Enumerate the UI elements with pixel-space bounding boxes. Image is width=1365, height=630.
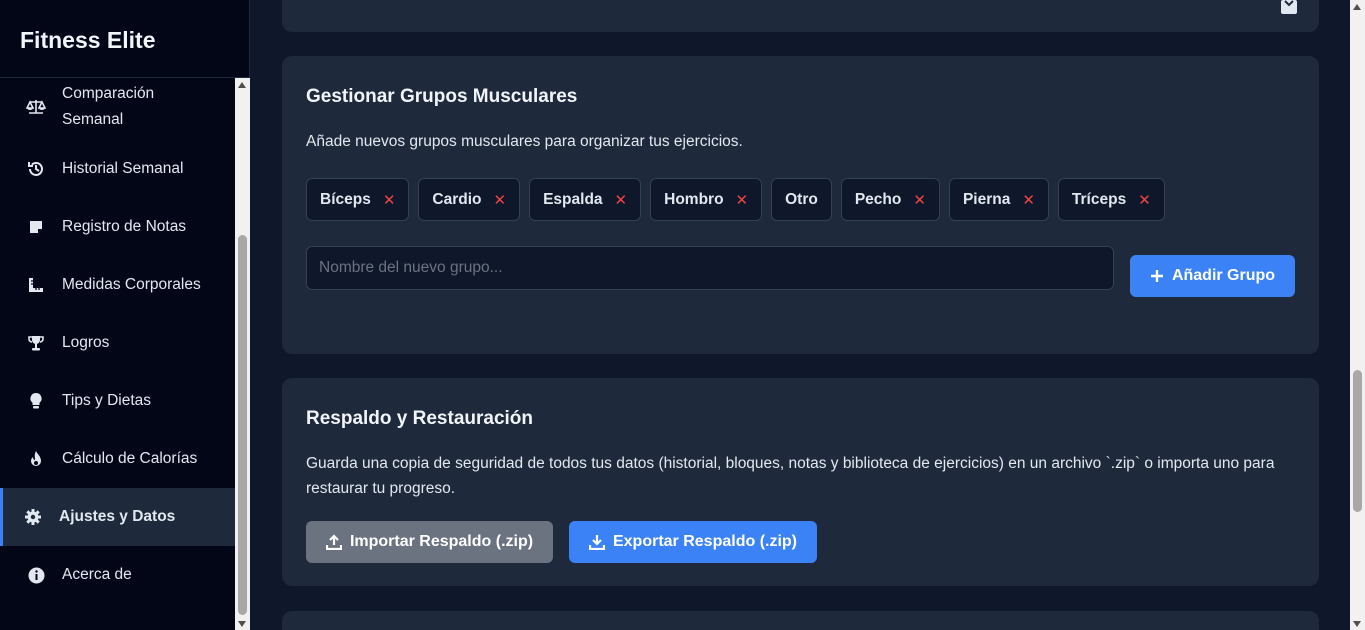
muscle-group-tag: Otro xyxy=(771,178,832,221)
page-scrollbar[interactable] xyxy=(1350,0,1365,630)
download-icon xyxy=(588,534,605,550)
sticky-note-icon xyxy=(25,219,47,235)
sidebar-scrollbar-thumb[interactable] xyxy=(238,235,247,615)
muscle-group-tag: Pierna ✕ xyxy=(948,178,1049,221)
remove-tag-icon[interactable]: ✕ xyxy=(1138,191,1151,209)
sidebar: Fitness Elite Comparación Semanal Histor… xyxy=(0,0,250,630)
muscle-group-tag: Pecho ✕ xyxy=(840,178,940,221)
upload-icon xyxy=(325,534,342,550)
muscle-group-tags: Bíceps ✕ Cardio ✕ Espalda ✕ Hombro ✕ Otr… xyxy=(306,178,1165,221)
muscle-group-tag: Hombro ✕ xyxy=(650,178,763,221)
backup-card: Respaldo y Restauración Guarda una copia… xyxy=(282,378,1319,586)
ruler-icon xyxy=(25,276,47,294)
page-scrollbar-thumb[interactable] xyxy=(1353,370,1362,512)
muscle-group-tag: Espalda ✕ xyxy=(529,178,642,221)
sidebar-scrollbar[interactable] xyxy=(235,78,250,630)
muscle-group-tag: Cardio ✕ xyxy=(418,178,521,221)
sidebar-item-logros[interactable]: Logros xyxy=(0,314,235,372)
lightbulb-icon xyxy=(25,392,47,410)
gear-icon xyxy=(22,508,44,526)
import-backup-button[interactable]: Importar Respaldo (.zip) xyxy=(306,521,553,563)
sidebar-item-ajustes-y-datos[interactable]: Ajustes y Datos xyxy=(0,488,235,546)
backup-title: Respaldo y Restauración xyxy=(306,408,534,429)
sidebar-item-comparacion-semanal[interactable]: Comparación Semanal xyxy=(0,78,235,140)
muscle-groups-title: Gestionar Grupos Musculares xyxy=(306,86,578,107)
plus-icon xyxy=(1150,269,1164,283)
trophy-icon xyxy=(25,334,47,352)
scroll-up-arrow-icon[interactable] xyxy=(1353,4,1361,10)
remove-tag-icon[interactable]: ✕ xyxy=(494,191,507,209)
sidebar-item-historial-semanal[interactable]: Historial Semanal xyxy=(0,140,235,198)
main-content: Gestionar Grupos Musculares Añade nuevos… xyxy=(250,0,1350,630)
fire-icon xyxy=(25,450,47,468)
export-backup-button[interactable]: Exportar Respaldo (.zip) xyxy=(569,521,817,563)
sidebar-item-acerca-de[interactable]: Acerca de xyxy=(0,546,235,604)
sidebar-item-medidas-corporales[interactable]: Medidas Corporales xyxy=(0,256,235,314)
remove-tag-icon[interactable]: ✕ xyxy=(615,191,628,209)
backup-description: Guarda una copia de seguridad de todos t… xyxy=(306,455,1275,497)
app-brand: Fitness Elite xyxy=(0,0,249,78)
sidebar-item-registro-de-notas[interactable]: Registro de Notas xyxy=(0,198,235,256)
info-icon xyxy=(25,567,47,584)
scroll-down-arrow-icon[interactable] xyxy=(238,621,246,627)
remove-tag-icon[interactable]: ✕ xyxy=(913,191,926,209)
history-icon xyxy=(25,160,47,178)
new-group-input[interactable] xyxy=(306,246,1114,290)
remove-tag-icon[interactable]: ✕ xyxy=(736,191,749,209)
muscle-groups-description: Añade nuevos grupos musculares para orga… xyxy=(306,133,743,150)
checkbox-icon[interactable] xyxy=(1281,0,1297,14)
remove-tag-icon[interactable]: ✕ xyxy=(383,191,396,209)
scroll-up-arrow-icon[interactable] xyxy=(238,82,246,88)
muscle-groups-card: Gestionar Grupos Musculares Añade nuevos… xyxy=(282,56,1319,354)
muscle-group-tag: Bíceps ✕ xyxy=(306,178,410,221)
sidebar-item-calculo-de-calorias[interactable]: Cálculo de Calorías xyxy=(0,430,235,488)
muscle-group-tag: Tríceps ✕ xyxy=(1057,178,1165,221)
scroll-down-arrow-icon[interactable] xyxy=(1353,621,1361,627)
sidebar-nav: Comparación Semanal Historial Semanal Re… xyxy=(0,78,235,630)
balance-scale-icon xyxy=(25,99,47,115)
add-group-button[interactable]: Añadir Grupo xyxy=(1130,255,1295,297)
sidebar-item-tips-y-dietas[interactable]: Tips y Dietas xyxy=(0,372,235,430)
remove-tag-icon[interactable]: ✕ xyxy=(1022,191,1035,209)
previous-settings-card xyxy=(282,0,1319,32)
next-settings-card xyxy=(282,611,1319,630)
